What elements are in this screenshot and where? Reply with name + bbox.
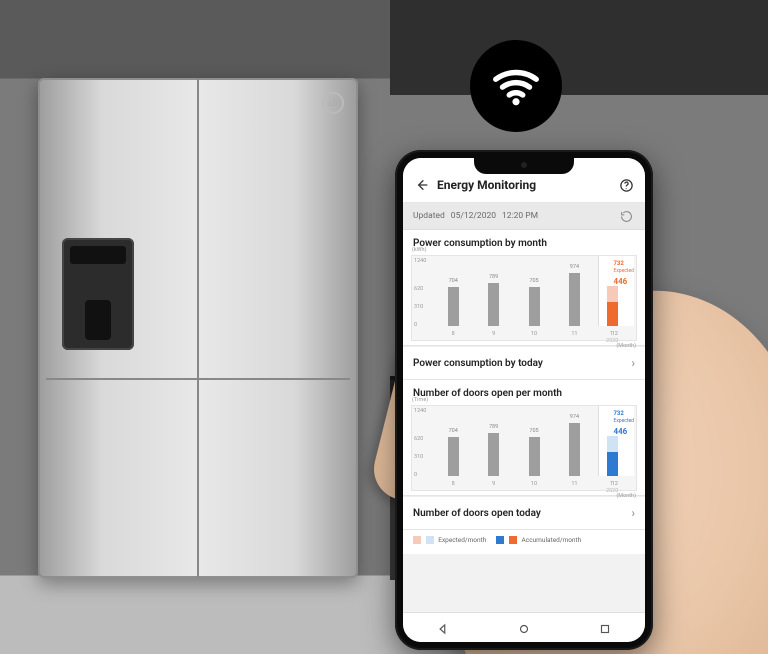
back-icon[interactable] — [413, 176, 431, 194]
lg-logo: LG — [322, 92, 344, 114]
smartphone: Energy Monitoring Updated 05/12/2020 12:… — [395, 150, 653, 650]
nav-back-icon[interactable] — [436, 621, 450, 635]
chart-legend: Expected/month Accumulated/month — [403, 530, 645, 554]
refrigerator: LG — [38, 78, 358, 578]
android-navbar — [403, 612, 645, 642]
doors-by-month-title: Number of doors open per month — [403, 380, 645, 405]
help-icon[interactable] — [617, 176, 635, 194]
power-by-month-title: Power consumption by month — [403, 230, 645, 255]
doors-by-month-section: Number of doors open per month (Time)(Mo… — [403, 380, 645, 496]
power-today-label: Power consumption by today — [413, 358, 543, 369]
page-title: Energy Monitoring — [437, 178, 611, 192]
kitchen-scene: LG Energy Monitoring — [0, 0, 768, 654]
nav-home-icon[interactable] — [517, 621, 531, 635]
doors-by-month-chart: (Time)(Month)031062012408910111212020732… — [411, 405, 637, 491]
legend-swatch-expected-b — [426, 536, 434, 544]
legend-accum-label: Accumulated/month — [522, 536, 582, 544]
refresh-icon[interactable] — [617, 207, 635, 225]
phone-screen: Energy Monitoring Updated 05/12/2020 12:… — [403, 158, 645, 642]
phone-notch — [474, 158, 574, 174]
chevron-right-icon: › — [631, 506, 635, 520]
updated-time: 12:20 PM — [502, 211, 538, 221]
updated-label: Updated — [413, 211, 445, 221]
doors-today-section: Number of doors open today › — [403, 496, 645, 530]
power-today-link[interactable]: Power consumption by today › — [403, 346, 645, 379]
doors-today-link[interactable]: Number of doors open today › — [403, 496, 645, 529]
wifi-icon — [470, 40, 562, 132]
power-today-section: Power consumption by today › — [403, 346, 645, 380]
updated-date: 05/12/2020 — [451, 211, 496, 221]
chevron-right-icon: › — [631, 356, 635, 370]
updated-row: Updated 05/12/2020 12:20 PM — [403, 203, 645, 230]
power-by-month-chart: (kWh)(Month)031062012408910111212020732E… — [411, 255, 637, 341]
power-by-month-section: Power consumption by month (kWh)(Month)0… — [403, 230, 645, 346]
doors-today-label: Number of doors open today — [413, 508, 541, 519]
cabinet — [390, 0, 768, 95]
water-dispenser — [62, 238, 134, 350]
legend-swatch-expected-a — [413, 536, 421, 544]
legend-swatch-accum-a — [496, 536, 504, 544]
nav-recents-icon[interactable] — [598, 621, 612, 635]
legend-swatch-accum-b — [509, 536, 517, 544]
legend-expected-label: Expected/month — [438, 536, 486, 544]
